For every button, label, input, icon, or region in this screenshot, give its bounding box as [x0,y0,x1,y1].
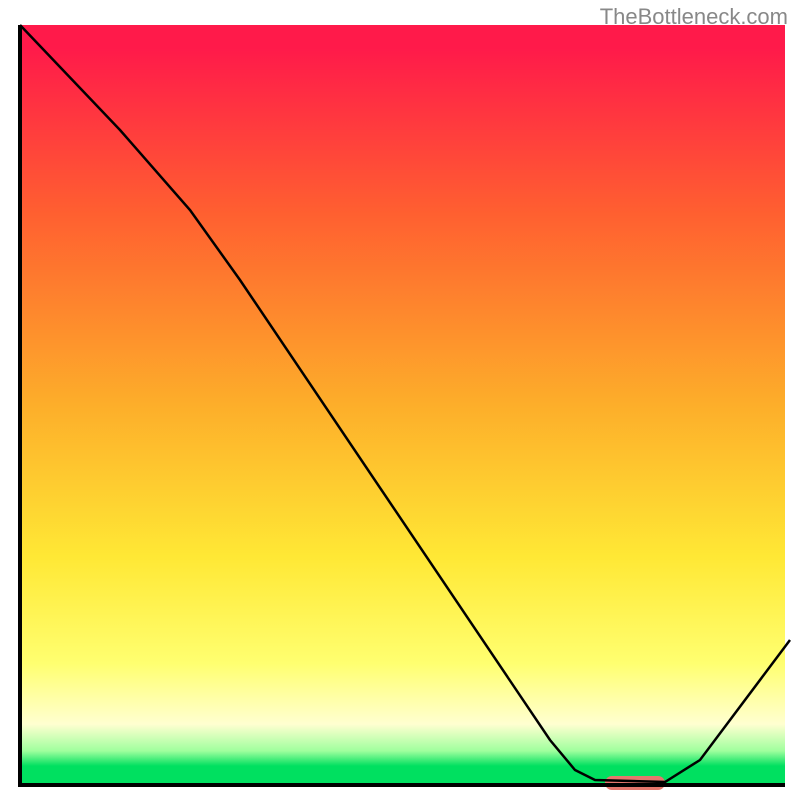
bottleneck-chart [0,0,800,800]
chart-background [20,25,785,785]
watermark-text: TheBottleneck.com [600,4,788,30]
chart-container: TheBottleneck.com [0,0,800,800]
